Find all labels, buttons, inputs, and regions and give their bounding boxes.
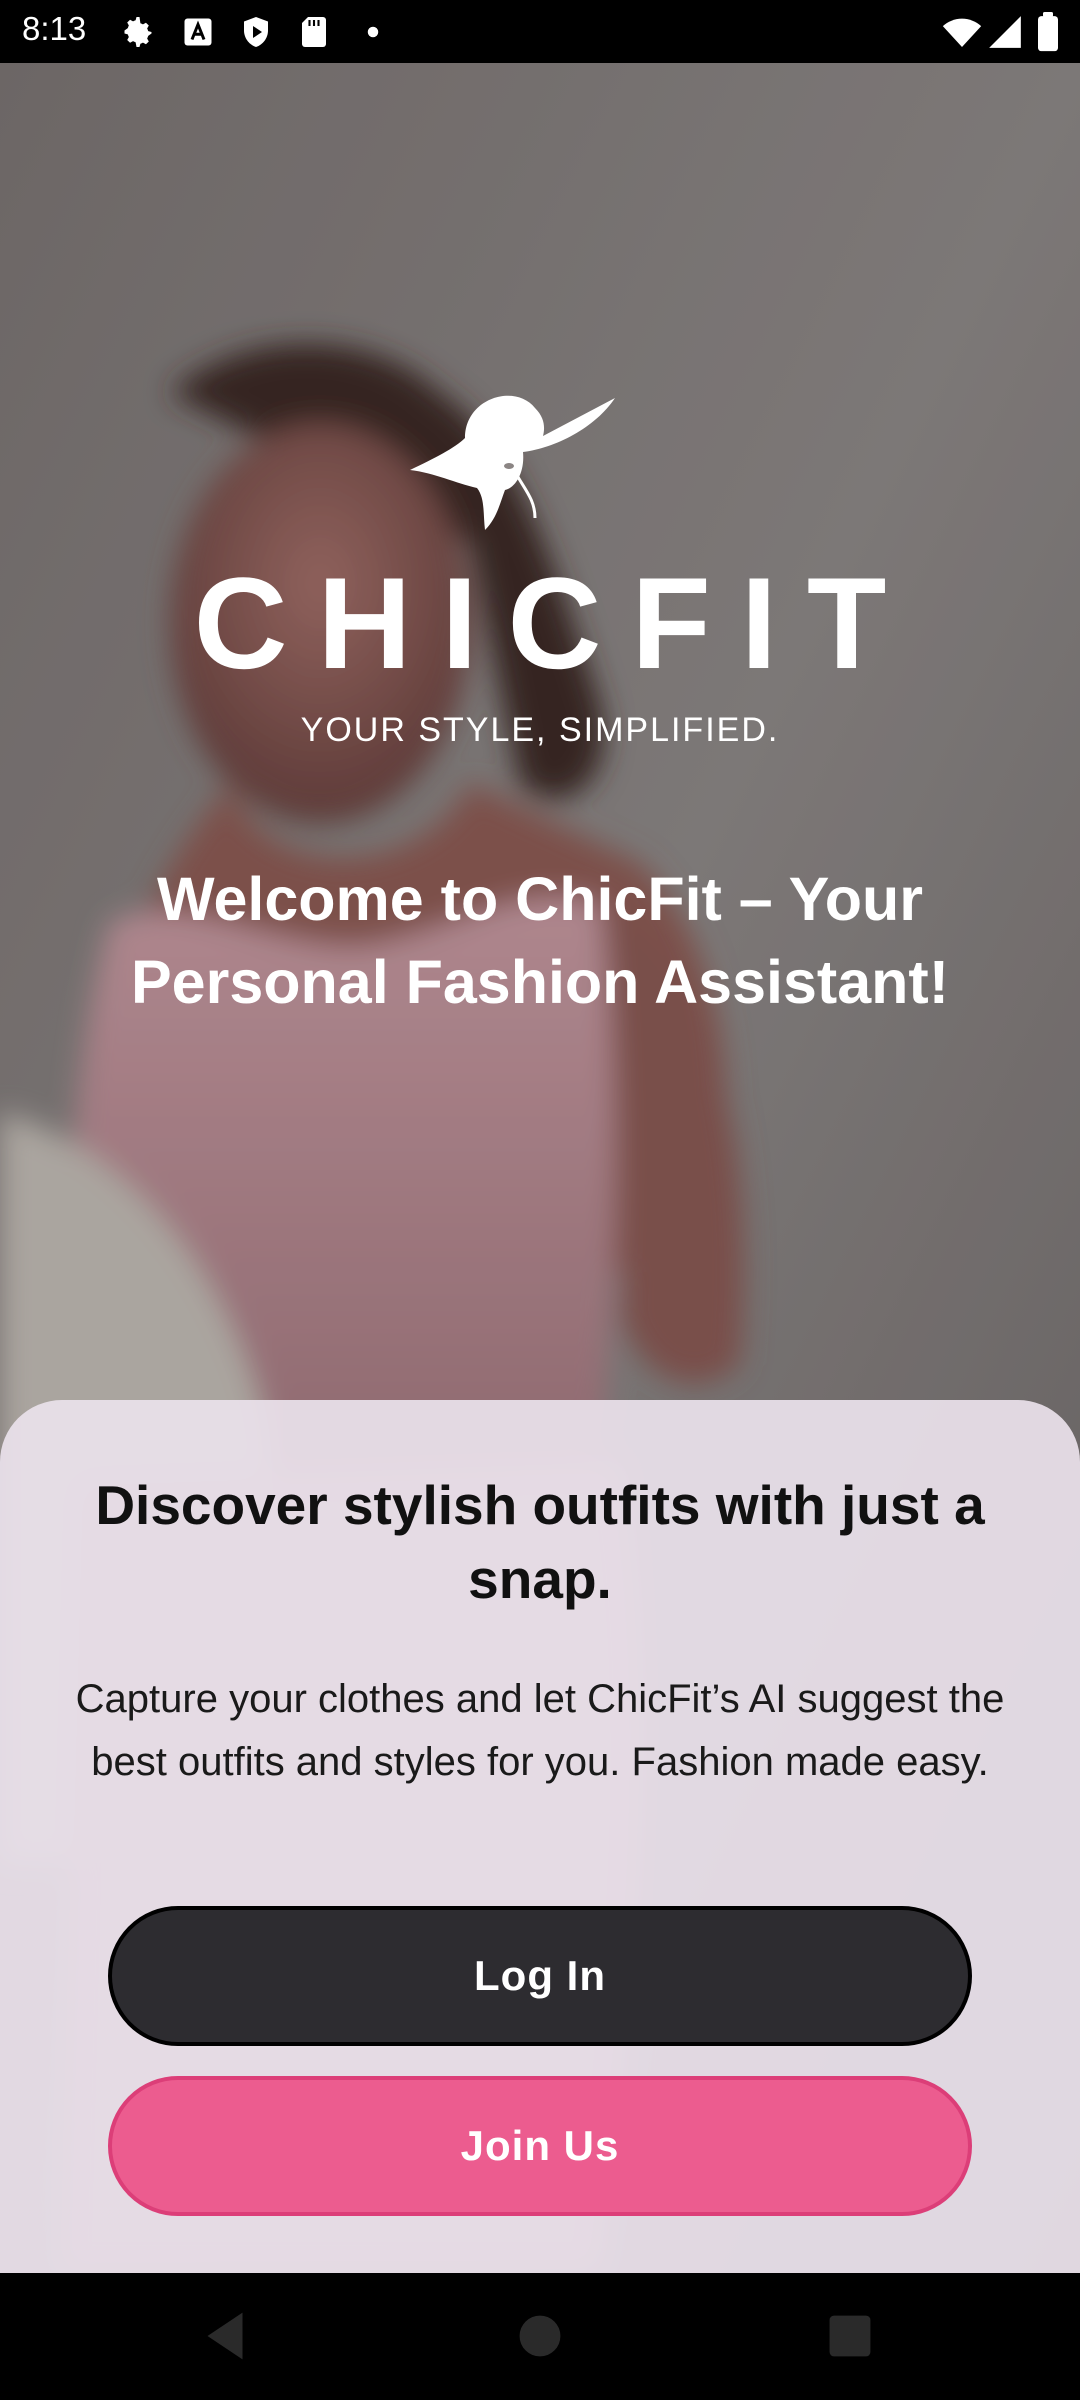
back-triangle-icon[interactable] — [190, 2301, 260, 2371]
sd-card-icon — [302, 17, 326, 47]
join-us-button[interactable]: Join Us — [108, 2076, 972, 2216]
play-shield-icon — [244, 17, 268, 47]
home-circle-icon[interactable] — [505, 2301, 575, 2371]
status-time: 8:13 — [22, 10, 87, 47]
wifi-icon — [942, 18, 982, 47]
sheet-title: Discover stylish outfits with just a sna… — [95, 1474, 985, 1610]
woman-hat-logo-icon — [410, 395, 615, 530]
log-in-button[interactable]: Log In — [108, 1906, 972, 2046]
navigation-bar — [0, 2273, 1080, 2400]
cellular-signal-icon — [989, 16, 1021, 48]
status-bar: 8:13 — [0, 0, 1080, 63]
recents-square-icon[interactable] — [815, 2301, 885, 2371]
welcome-screen: 8:13 CHICFIT YOUR STYLE, SIMPLIFIED. Wel… — [0, 0, 1080, 2400]
welcome-sheet: Discover stylish outfits with just a sna… — [0, 1400, 1080, 2273]
sheet-description: Capture your clothes and let ChicFit’s A… — [75, 1677, 1005, 1784]
brand-name: CHICFIT — [193, 550, 917, 696]
dot-icon — [367, 26, 379, 38]
gear-icon — [124, 17, 152, 47]
brand-tagline: YOUR STYLE, SIMPLIFIED. — [300, 711, 780, 749]
welcome-title: Welcome to ChicFit – Your Personal Fashi… — [130, 865, 950, 1016]
font-a-icon — [184, 18, 212, 46]
battery-icon — [1038, 12, 1058, 52]
